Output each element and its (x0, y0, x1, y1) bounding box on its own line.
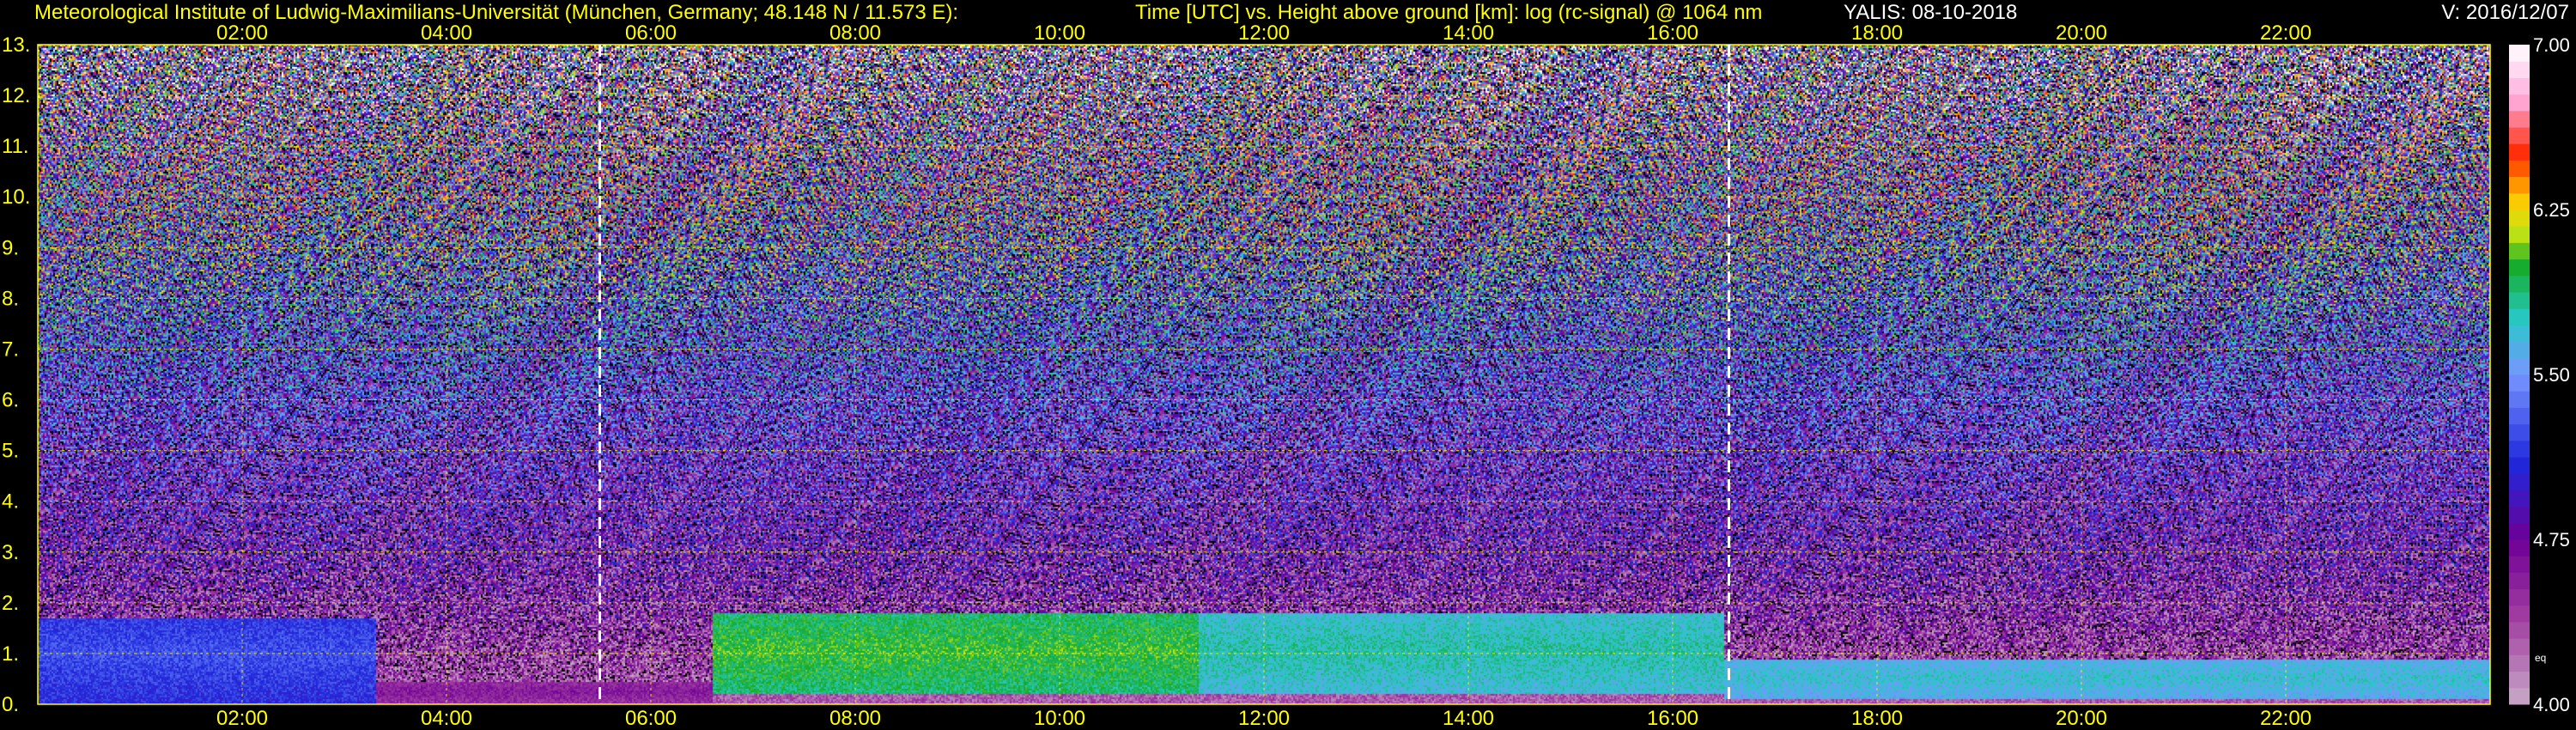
colorbar-segment (2509, 572, 2530, 590)
x-tick-label-top: 20:00 (2056, 21, 2107, 45)
colorbar-segment (2509, 127, 2530, 144)
colorbar-segment (2509, 242, 2530, 260)
x-tick-label-bottom: 02:00 (216, 707, 268, 730)
x-tick-label-bottom: 18:00 (1851, 707, 1903, 730)
colorbar-segment (2509, 556, 2530, 573)
colorbar-segment (2509, 226, 2530, 243)
x-tick-label-bottom: 10:00 (1034, 707, 1085, 730)
colorbar-segment (2509, 391, 2530, 408)
colorbar-segment (2509, 654, 2530, 672)
colorbar-tick-label: 6.25 (2533, 199, 2570, 221)
x-tick-label-top: 22:00 (2260, 21, 2312, 45)
y-tick-label: 11. (2, 135, 29, 158)
y-tick-label: 12. (2, 84, 30, 107)
colorbar-extra-label: eq (2535, 652, 2546, 664)
y-tick-label: 0. (2, 693, 19, 716)
x-tick-label-bottom: 06:00 (625, 707, 677, 730)
colorbar-segment (2509, 77, 2530, 95)
colorbar-segment (2509, 457, 2530, 474)
y-tick-label: 10. (2, 186, 30, 209)
lidar-chart: 02:00 04:00 06:00 08:00 10:00 12:00 14:00 16:00… (0, 0, 2576, 730)
colorbar-segment (2509, 143, 2530, 161)
header-version: V: 2016/12/07 (2441, 1, 2569, 24)
y-tick-label: 4. (2, 490, 19, 514)
colorbar-segment (2509, 192, 2530, 210)
colorbar-segment (2509, 473, 2530, 490)
colorbar-segment (2509, 407, 2530, 425)
colorbar-segment (2509, 374, 2530, 392)
x-tick-label-bottom: 14:00 (1443, 707, 1494, 730)
colorbar-segment (2509, 110, 2530, 128)
colorbar-segment (2509, 341, 2530, 359)
colorbar-segment (2509, 588, 2530, 606)
x-tick-label-bottom: 04:00 (421, 707, 472, 730)
colorbar-tick-label: 4.00 (2533, 694, 2570, 715)
colorbar-segment (2509, 423, 2530, 441)
colorbar-segment (2509, 275, 2530, 293)
y-tick-label: 5. (2, 440, 19, 463)
header-description: Time [UTC] vs. Height above ground [km]:… (1135, 1, 1763, 24)
colorbar-segment (2509, 94, 2530, 112)
x-tick-label-bottom: 12:00 (1238, 707, 1290, 730)
y-tick-label: 9. (2, 236, 19, 259)
colorbar-segment (2509, 45, 2530, 62)
colorbar-segment (2509, 61, 2530, 78)
colorbar-segment (2509, 160, 2530, 178)
colorbar-segment (2509, 176, 2530, 194)
header-instrument-date: YALIS: 08-10-2018 (1844, 1, 2018, 24)
x-tick-label-bottom: 20:00 (2056, 707, 2107, 730)
colorbar-segment (2509, 357, 2530, 375)
y-tick-label: 13. (2, 33, 30, 57)
colorbar-tick-label: 7.00 (2533, 34, 2570, 56)
y-tick-label: 2. (2, 592, 19, 615)
x-tick-label-top: 10:00 (1034, 21, 1085, 45)
colorbar (2509, 45, 2530, 705)
colorbar-segment (2509, 325, 2530, 343)
y-tick-label: 6. (2, 389, 19, 412)
y-tick-label: 3. (2, 541, 19, 564)
colorbar-segment (2509, 671, 2530, 689)
y-tick-label: 8. (2, 287, 19, 310)
colorbar-segment (2509, 522, 2530, 540)
colorbar-segment (2509, 539, 2530, 557)
colorbar-segment (2509, 210, 2530, 227)
colorbar-tick-label: 4.75 (2533, 529, 2570, 551)
header-institute: Meteorological Institute of Ludwig-Maxim… (34, 1, 959, 24)
colorbar-segment (2509, 687, 2530, 705)
colorbar-segment (2509, 622, 2530, 639)
x-tick-label-bottom: 22:00 (2260, 707, 2312, 730)
x-tick-label-bottom: 08:00 (829, 707, 881, 730)
colorbar-tick-label: 5.50 (2533, 364, 2570, 386)
colorbar-segment (2509, 506, 2530, 524)
colorbar-segment (2509, 292, 2530, 309)
y-tick-label: 1. (2, 642, 19, 666)
colorbar-segment (2509, 259, 2530, 277)
colorbar-segment (2509, 490, 2530, 508)
y-tick-label: 7. (2, 338, 19, 361)
x-tick-label-bottom: 16:00 (1647, 707, 1698, 730)
colorbar-segment (2509, 605, 2530, 623)
colorbar-segment (2509, 440, 2530, 458)
colorbar-segment (2509, 308, 2530, 325)
colorbar-segment (2509, 638, 2530, 655)
